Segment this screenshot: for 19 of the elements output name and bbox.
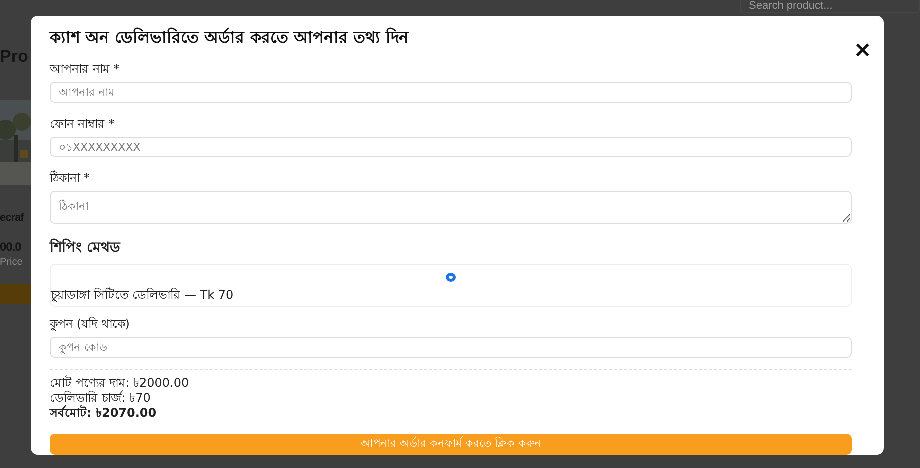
coupon-field[interactable]: কুপন কোড bbox=[50, 337, 852, 358]
field-label: ঠিকানা * bbox=[50, 171, 91, 186]
summary-text: মোট পণ্যের দাম: ৳2000.00 bbox=[50, 376, 190, 390]
search-field[interactable]: Search product... bbox=[740, 0, 920, 13]
option-label: চুয়াডাঙ্গা সিটিতে ডেলিভারি — Tk 70 bbox=[51, 286, 234, 304]
close-button[interactable]: × bbox=[854, 42, 872, 60]
price-label: Price bbox=[0, 257, 24, 268]
shipping-option[interactable]: চুয়াডাঙ্গা সিটিতে ডেলিভারি — Tk 70 bbox=[50, 264, 852, 308]
total-text: সর্বমোট: ৳2070.00 bbox=[50, 406, 158, 421]
dialog-title: ক্যাশ অন ডেলিভারিতে অর্ডার করতে আপনার তথ্য দিন bbox=[50, 28, 409, 48]
field-label: ফোন নাম্বার * bbox=[50, 116, 116, 131]
field-label: কুপন (যদি থাকে) bbox=[50, 317, 131, 332]
summary-text: ডেলিভারি চার্জ: ৳70 bbox=[50, 390, 152, 405]
input-field[interactable]: ০১XXXXXXXXX bbox=[50, 136, 852, 158]
address-field[interactable]: ঠিকানা bbox=[50, 191, 852, 224]
radio-button[interactable] bbox=[446, 273, 456, 282]
field-label: আপনার নাম * bbox=[50, 62, 121, 76]
input-field[interactable]: আপনার নাম bbox=[50, 82, 852, 103]
section-title: শিপিং মেথড bbox=[50, 240, 122, 256]
